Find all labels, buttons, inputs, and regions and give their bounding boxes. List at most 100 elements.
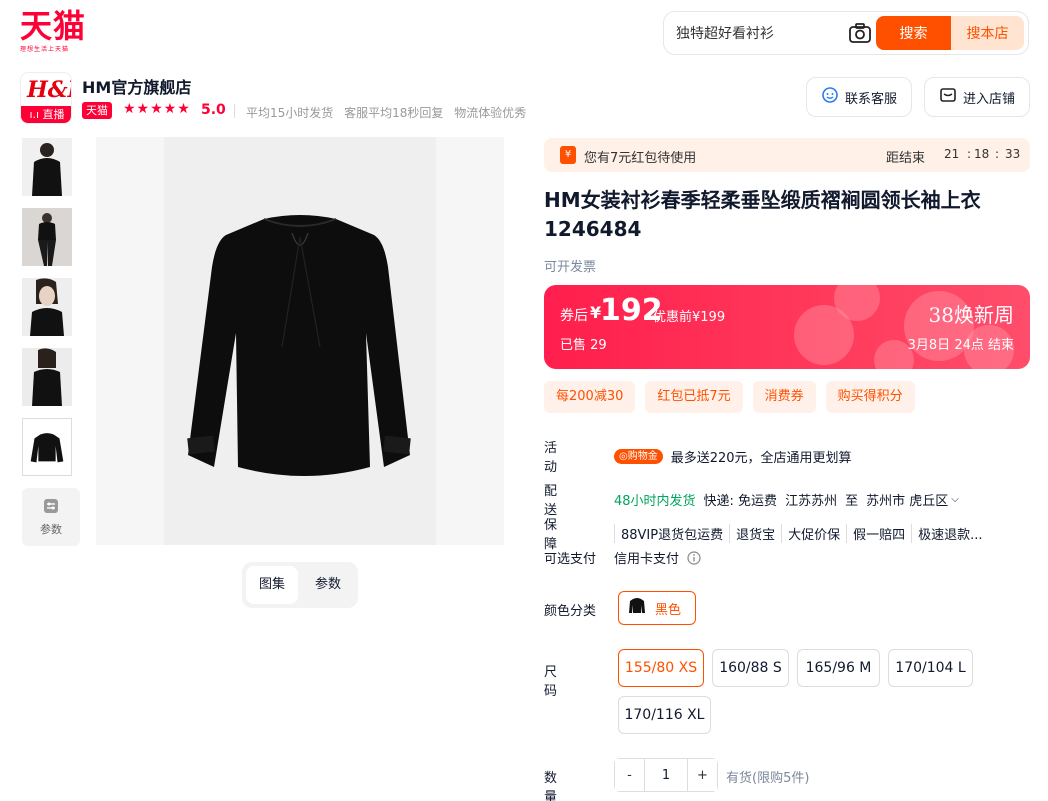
rating-stars: ★★★★★ bbox=[123, 101, 191, 117]
delivery-speed: 48小时内发货 bbox=[614, 493, 696, 509]
tab-params[interactable]: 参数 bbox=[302, 566, 354, 604]
tab-gallery[interactable]: 图集 bbox=[246, 566, 298, 604]
shop-name[interactable]: HM官方旗舰店 bbox=[82, 74, 191, 98]
thumbnail-list: 参数 bbox=[22, 138, 80, 546]
stat-service: 客服平均18秒回复 bbox=[344, 106, 444, 120]
countdown-sep: : bbox=[967, 147, 972, 161]
countdown-seconds: 33 bbox=[1005, 147, 1021, 161]
guarantee-item[interactable]: 退货宝 bbox=[729, 523, 781, 543]
thumbnail-5-active[interactable] bbox=[22, 418, 72, 476]
sold-count: 已售 29 bbox=[560, 338, 607, 353]
coupon-bar[interactable]: ¥ 您有7元红包待使用 距结束 21 : 18 : 33 bbox=[544, 138, 1030, 172]
thumbnail-1[interactable] bbox=[22, 138, 72, 196]
promo-tag[interactable]: 每200减30 bbox=[544, 381, 636, 413]
price-original: 优惠前¥199 bbox=[653, 310, 726, 325]
service-icon bbox=[821, 86, 839, 108]
quantity-stepper: - + bbox=[614, 758, 718, 792]
promo-tag[interactable]: 消费券 bbox=[752, 381, 816, 413]
product-title: HM女装衬衫春季轻柔垂坠缎质褶裥圆领长袖上衣1246484 bbox=[544, 188, 981, 241]
shop-avatar[interactable]: H&M ı.ı 直播 bbox=[20, 72, 72, 124]
search-input[interactable] bbox=[676, 22, 836, 44]
event-name: 38焕新周 bbox=[928, 303, 1014, 327]
thumbnail-2[interactable] bbox=[22, 208, 72, 266]
quantity-input[interactable] bbox=[644, 759, 688, 791]
enter-store-button[interactable]: 进入店铺 bbox=[924, 77, 1030, 117]
delivery-to-word: 至 bbox=[845, 493, 859, 509]
activity-label: 活动 bbox=[544, 437, 614, 475]
thumbnail-4[interactable] bbox=[22, 348, 72, 406]
stat-logistics: 物流体验优秀 bbox=[454, 106, 527, 120]
promo-tag[interactable]: 红包已抵7元 bbox=[645, 381, 743, 413]
main-product-image[interactable] bbox=[96, 137, 504, 545]
gold-icon: ◎ bbox=[619, 450, 628, 462]
size-option-m[interactable]: 165/96 M bbox=[797, 649, 880, 687]
stock-note: 有货(限购5件) bbox=[726, 771, 810, 786]
countdown-label: 距结束 bbox=[886, 151, 926, 166]
event-date: 3月8日 24点 结束 bbox=[907, 338, 1014, 353]
search-box: 搜索 搜本店 bbox=[663, 11, 1029, 55]
param-button[interactable]: 参数 bbox=[22, 488, 80, 546]
coupon-icon: ¥ bbox=[560, 146, 576, 164]
size-option-s[interactable]: 160/88 S bbox=[712, 649, 789, 687]
quantity-plus-button[interactable]: + bbox=[688, 759, 717, 791]
delivery-row: 配送 48小时内发货 快递: 免运费 江苏苏州 至 苏州市 虎丘区 ⌵ bbox=[544, 480, 959, 518]
live-icon: ı.ı bbox=[29, 108, 40, 121]
payment-value: 信用卡支付 bbox=[614, 552, 680, 567]
promo-tag[interactable]: 购买得积分 bbox=[825, 381, 915, 413]
store-icon bbox=[939, 86, 957, 108]
live-text: 直播 bbox=[42, 108, 65, 121]
price-banner: 券后 ¥ 192 优惠前¥199 已售 29 38焕新周 3月8日 24点 结束 bbox=[544, 285, 1030, 369]
price-prefix: 券后 bbox=[560, 308, 588, 324]
info-icon[interactable] bbox=[687, 550, 701, 565]
camera-icon[interactable] bbox=[848, 22, 872, 44]
guarantee-item[interactable]: 极速退款... bbox=[911, 523, 988, 543]
thumbnail-3[interactable] bbox=[22, 278, 72, 336]
delivery-label-text: 配送 bbox=[544, 484, 582, 518]
guarantee-item[interactable]: 88VIP退货包运费 bbox=[614, 523, 729, 543]
activity-row: 活动 ◎购物金 最多送220元，全店通用更划算 bbox=[544, 437, 852, 475]
guarantee-item[interactable]: 大促价保 bbox=[781, 523, 846, 543]
size-label: 尺码 bbox=[544, 661, 614, 699]
coupon-text: 您有7元红包待使用 bbox=[584, 151, 697, 166]
enter-store-label: 进入店铺 bbox=[962, 91, 1015, 107]
color-label: 颜色分类 bbox=[544, 604, 597, 619]
guarantee-label: 保障 bbox=[544, 514, 614, 552]
tmall-logo[interactable]: 天猫 理想生活上天猫 bbox=[20, 8, 90, 56]
quantity-label: 数量 bbox=[544, 767, 614, 801]
size-option-xs[interactable]: 155/80 XS bbox=[618, 649, 704, 687]
guarantee-item[interactable]: 假一赔四 bbox=[846, 523, 911, 543]
guarantee-row: 保障 88VIP退货包运费 退货宝 大促价保 假一赔四 极速退款... bbox=[544, 514, 989, 552]
activity-label-text: 活动 bbox=[544, 441, 582, 475]
size-label-text: 尺码 bbox=[544, 665, 582, 699]
color-option-black[interactable]: 黑色 bbox=[618, 591, 696, 625]
size-option-l[interactable]: 170/104 L bbox=[888, 649, 973, 687]
promo-tags: 每200减30 红包已抵7元 消费券 购买得积分 bbox=[544, 381, 915, 413]
countdown-sep: : bbox=[995, 147, 1000, 161]
color-option-label: 黑色 bbox=[655, 602, 682, 618]
rating-score: 5.0 bbox=[201, 102, 226, 118]
payment-label: 可选支付 bbox=[544, 552, 597, 567]
sliders-icon bbox=[43, 498, 59, 517]
payment-row: 可选支付 信用卡支付 bbox=[544, 548, 701, 567]
delivery-express: 快递: 免运费 bbox=[703, 493, 778, 509]
contact-label: 联系客服 bbox=[844, 91, 897, 107]
quantity-label-text: 数量 bbox=[544, 771, 582, 801]
contact-service-button[interactable]: 联系客服 bbox=[806, 77, 912, 117]
delivery-label: 配送 bbox=[544, 480, 614, 518]
chevron-down-icon[interactable]: ⌵ bbox=[951, 494, 959, 505]
divider bbox=[234, 104, 235, 118]
invoice-note: 可开发票 bbox=[544, 260, 597, 275]
gallery-toggle: 图集 参数 bbox=[242, 562, 358, 608]
product-photo bbox=[164, 137, 436, 545]
activity-text[interactable]: 最多送220元，全店通用更划算 bbox=[671, 447, 852, 466]
search-store-button[interactable]: 搜本店 bbox=[951, 16, 1024, 50]
search-button[interactable]: 搜索 bbox=[876, 16, 951, 50]
size-option-xl[interactable]: 170/116 XL bbox=[618, 696, 711, 734]
guarantee-label-text: 保障 bbox=[544, 518, 582, 552]
gold-tag-text: 购物金 bbox=[627, 450, 658, 462]
logo-text: 天猫 bbox=[20, 7, 87, 45]
quantity-row: 数量 bbox=[544, 767, 614, 801]
quantity-minus-button[interactable]: - bbox=[615, 759, 644, 791]
delivery-to[interactable]: 苏州市 虎丘区 bbox=[866, 490, 948, 509]
logo-slogan: 理想生活上天猫 bbox=[20, 46, 70, 53]
